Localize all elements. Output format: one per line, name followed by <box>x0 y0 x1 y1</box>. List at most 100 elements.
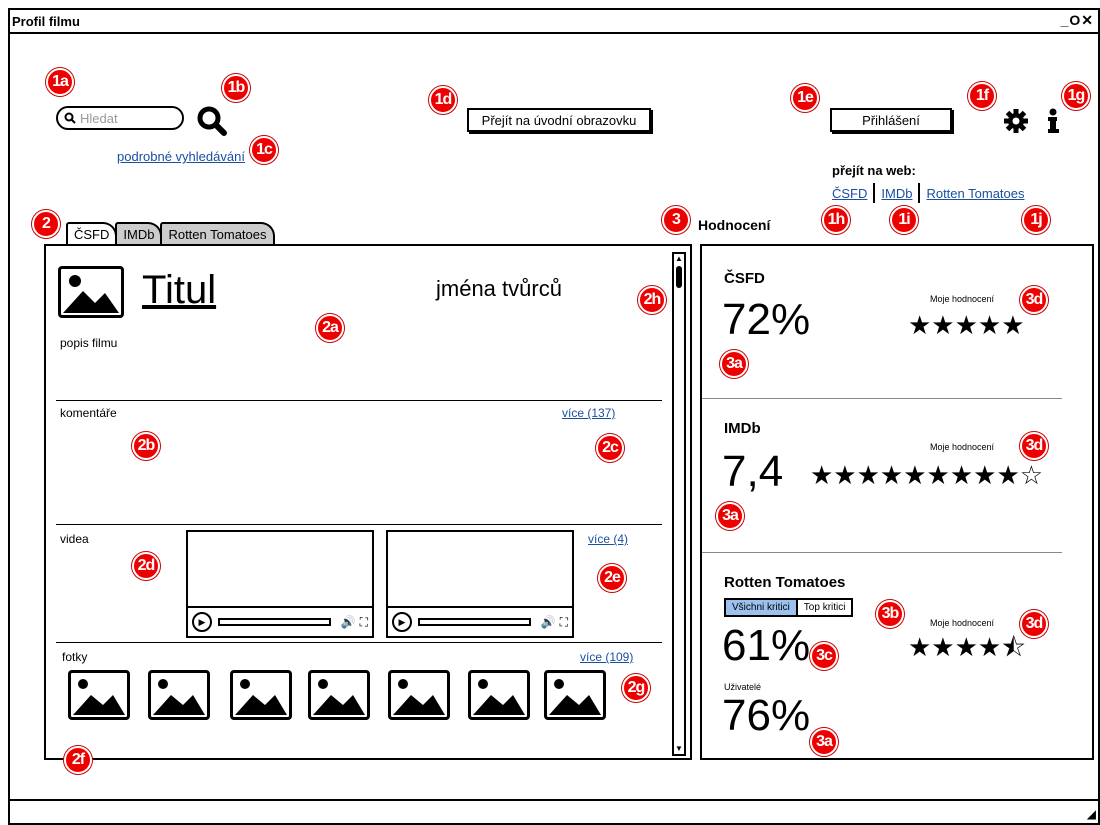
tab-rotten-tomatoes[interactable]: Rotten Tomatoes <box>160 222 275 246</box>
annotation-badge: 3a <box>720 350 748 378</box>
photo-thumbnail[interactable] <box>68 670 130 720</box>
web-links: ČSFD IMDb Rotten Tomatoes <box>832 183 1025 203</box>
divider <box>56 524 662 525</box>
annotation-badge: 1a <box>46 68 74 96</box>
scroll-thumb[interactable] <box>676 266 682 288</box>
video-controls: ▶ 🔊 ⛶ <box>188 606 372 636</box>
video-player[interactable]: ▶ 🔊 ⛶ <box>386 530 574 638</box>
info-icon[interactable] <box>1046 108 1060 134</box>
fullscreen-icon[interactable]: ⛶ <box>360 615 368 630</box>
imdb-my-rating-stars[interactable]: ★★★★★★★★★☆ <box>810 462 1043 488</box>
comments-more-link[interactable]: více (137) <box>562 406 615 420</box>
gear-icon[interactable] <box>1003 108 1029 134</box>
photo-thumbnail[interactable] <box>388 670 450 720</box>
photo-thumbnail[interactable] <box>230 670 292 720</box>
film-panel: Titul jména tvůrců popis filmu komentáře… <box>44 244 692 760</box>
annotation-badge: 2d <box>132 552 160 580</box>
annotation-badge: 1d <box>429 86 457 114</box>
photo-thumbnail[interactable] <box>468 670 530 720</box>
videos-label: videa <box>60 532 89 546</box>
annotation-badge: 1j <box>1022 206 1050 234</box>
annotation-badge: 2a <box>316 314 344 342</box>
rt-my-rating-label: Moje hodnocení <box>930 618 995 628</box>
scroll-down-icon[interactable]: ▼ <box>675 744 683 754</box>
search-placeholder: Hledat <box>80 110 118 126</box>
annotation-badge: 3c <box>810 642 838 670</box>
rt-my-rating-stars[interactable]: ★★★★⯪ <box>908 634 1026 660</box>
window-controls[interactable]: _O✕ <box>1061 12 1094 29</box>
divider <box>702 398 1062 399</box>
photo-thumbnail[interactable] <box>308 670 370 720</box>
comments-label: komentáře <box>60 406 117 420</box>
photo-thumbnail[interactable] <box>148 670 210 720</box>
scroll-up-icon[interactable]: ▲ <box>675 254 683 264</box>
annotation-badge: 3a <box>810 728 838 756</box>
rt-rating-name: Rotten Tomatoes <box>724 574 846 591</box>
videos-more-link[interactable]: více (4) <box>588 532 628 546</box>
annotation-badge: 2 <box>32 210 60 238</box>
annotation-badge: 3d <box>1020 432 1048 460</box>
fullscreen-icon[interactable]: ⛶ <box>560 615 568 630</box>
scrollbar[interactable]: ▲ ▼ <box>672 252 686 756</box>
imdb-rating-name: IMDb <box>724 420 761 437</box>
play-icon[interactable]: ▶ <box>392 612 412 632</box>
resize-grip-icon[interactable]: ◢ <box>1087 807 1096 821</box>
annotation-badge: 2e <box>598 564 626 592</box>
toggle-all-critics[interactable]: Všichni kritici <box>726 600 798 615</box>
film-description: popis filmu <box>60 336 118 350</box>
status-bar: ◢ <box>10 799 1098 823</box>
film-title[interactable]: Titul <box>142 268 216 313</box>
ratings-heading: Hodnocení <box>698 217 771 233</box>
video-player[interactable]: ▶ 🔊 ⛶ <box>186 530 374 638</box>
divider <box>702 552 1062 553</box>
annotation-badge: 1h <box>822 206 850 234</box>
annotation-badge: 1b <box>222 74 250 102</box>
csfd-my-rating-stars[interactable]: ★★★★★ <box>908 312 1025 338</box>
video-progress[interactable] <box>218 618 331 626</box>
advanced-search-link[interactable]: podrobné vyhledávání <box>117 149 245 164</box>
divider <box>56 400 662 401</box>
video-progress[interactable] <box>418 618 531 626</box>
imdb-rating-value: 7,4 <box>722 447 784 496</box>
rt-rating-value: 61% <box>722 621 811 670</box>
play-icon[interactable]: ▶ <box>192 612 212 632</box>
link-rotten-tomatoes[interactable]: Rotten Tomatoes <box>926 186 1024 201</box>
volume-icon[interactable]: 🔊 <box>341 615 356 629</box>
link-imdb[interactable]: IMDb <box>881 186 912 201</box>
annotation-badge: 3a <box>716 502 744 530</box>
annotation-badge: 2c <box>596 434 624 462</box>
poster-image <box>58 266 124 318</box>
login-button[interactable]: Přihlášení <box>830 108 952 132</box>
annotation-badge: 1e <box>791 84 819 112</box>
link-divider <box>873 183 876 203</box>
tab-imdb[interactable]: IMDb <box>115 222 163 246</box>
divider <box>56 642 662 643</box>
link-divider <box>918 183 921 203</box>
app-window: Profil filmu _O✕ Hledat podrobné vyhledá… <box>8 8 1100 825</box>
title-bar: Profil filmu _O✕ <box>10 10 1098 34</box>
annotation-badge: 3 <box>662 206 690 234</box>
search-input[interactable]: Hledat <box>56 106 184 130</box>
csfd-my-rating-label: Moje hodnocení <box>930 294 995 304</box>
home-button[interactable]: Přejít na úvodní obrazovku <box>467 108 651 132</box>
search-icon[interactable] <box>196 105 228 137</box>
csfd-rating-value: 72% <box>722 295 811 344</box>
annotation-badge: 3d <box>1020 286 1048 314</box>
toggle-top-critics[interactable]: Top kritici <box>798 600 852 615</box>
window-title: Profil filmu <box>12 13 80 29</box>
volume-icon[interactable]: 🔊 <box>541 615 556 629</box>
annotation-badge: 1g <box>1062 82 1090 110</box>
critics-toggle: Všichni kritici Top kritici <box>724 598 854 617</box>
annotation-badge: 2h <box>638 286 666 314</box>
link-csfd[interactable]: ČSFD <box>832 186 867 201</box>
csfd-rating-name: ČSFD <box>724 270 765 287</box>
photo-thumbnail[interactable] <box>544 670 606 720</box>
rt-users-value: 76% <box>722 691 811 740</box>
photos-more-link[interactable]: více (109) <box>580 650 633 664</box>
annotation-badge: 3d <box>1020 610 1048 638</box>
video-controls: ▶ 🔊 ⛶ <box>388 606 572 636</box>
tab-csfd[interactable]: ČSFD <box>66 222 118 246</box>
annotation-badge: 1i <box>890 206 918 234</box>
annotation-badge: 2f <box>64 746 92 774</box>
annotation-badge: 2b <box>132 432 160 460</box>
